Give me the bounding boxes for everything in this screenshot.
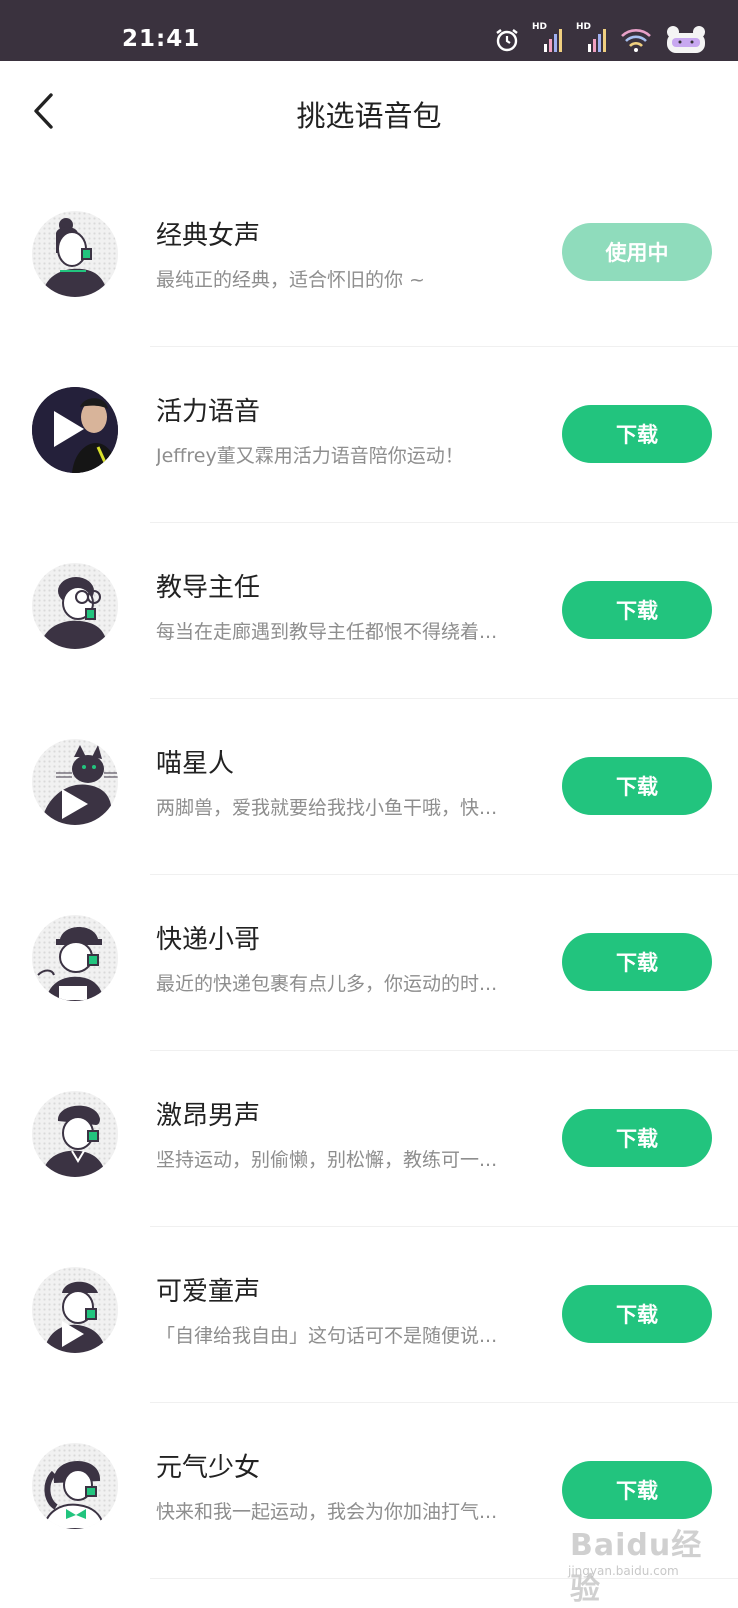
voice-pack-title: 激昂男声 — [156, 1101, 261, 1131]
voice-pack-description: 每当在走廊遇到教导主任都恨不得绕着... — [156, 621, 498, 643]
download-button[interactable]: 下载 — [562, 757, 712, 815]
voice-pack-item[interactable]: 活力语音 Jeffrey董又霖用活力语音陪你运动！ 下载 — [0, 347, 738, 523]
voice-pack-item[interactable]: 经典女声 最纯正的经典，适合怀旧的你 ~ 使用中 — [0, 171, 738, 347]
wifi-icon — [620, 27, 652, 53]
download-button[interactable]: 下载 — [562, 1461, 712, 1519]
page-title: 挑选语音包 — [296, 99, 442, 133]
voice-pack-description: 最纯正的经典，适合怀旧的你 ~ — [156, 269, 425, 291]
voice-pack-avatar — [32, 387, 118, 473]
voice-pack-avatar — [32, 915, 118, 1001]
voice-pack-description: 最近的快递包裹有点儿多，你运动的时... — [156, 973, 498, 995]
baidu-watermark: Baidu经验 jingyan.baidu.com — [562, 1512, 732, 1607]
voice-pack-item[interactable]: 喵星人 两脚兽，爱我就要给我找小鱼干哦，快... 下载 — [0, 699, 738, 875]
battery-icon — [664, 25, 708, 55]
voice-pack-description: 「自律给我自由」这句话可不是随便说... — [156, 1325, 498, 1347]
voice-pack-avatar — [32, 1091, 118, 1177]
voice-pack-title: 元气少女 — [156, 1453, 261, 1483]
hd-signal-icon: HD — [576, 22, 608, 54]
voice-pack-description: 两脚兽，爱我就要给我找小鱼干哦，快... — [156, 797, 498, 819]
voice-pack-avatar — [32, 211, 118, 297]
voice-pack-title: 喵星人 — [156, 749, 235, 779]
watermark-url: jingyan.baidu.com — [568, 1564, 679, 1578]
voice-pack-title: 活力语音 — [156, 397, 261, 427]
voice-pack-title: 经典女声 — [156, 221, 261, 251]
voice-pack-title: 可爱童声 — [156, 1277, 261, 1307]
voice-pack-list: 经典女声 最纯正的经典，适合怀旧的你 ~ 使用中 活力语音 Jeffrey董又霖… — [0, 171, 738, 1579]
hd-label: HD — [576, 22, 592, 32]
voice-pack-avatar — [32, 1267, 118, 1353]
hd-signal-icon: HD — [532, 22, 564, 54]
header: 挑选语音包 — [0, 61, 738, 171]
voice-pack-description: 快来和我一起运动，我会为你加油打气... — [156, 1501, 498, 1523]
download-button[interactable]: 下载 — [562, 1109, 712, 1167]
status-time: 21:41 — [122, 26, 201, 52]
voice-pack-avatar — [32, 1443, 118, 1529]
voice-pack-avatar — [32, 739, 118, 825]
hd-label: HD — [532, 22, 548, 32]
download-button[interactable]: 下载 — [562, 581, 712, 639]
voice-pack-avatar — [32, 563, 118, 649]
voice-pack-item[interactable]: 快递小哥 最近的快递包裹有点儿多，你运动的时... 下载 — [0, 875, 738, 1051]
download-button[interactable]: 下载 — [562, 933, 712, 991]
voice-pack-description: Jeffrey董又霖用活力语音陪你运动！ — [156, 445, 464, 467]
voice-pack-title: 教导主任 — [156, 573, 261, 603]
alarm-icon — [494, 27, 520, 53]
status-bar: 21:41 HD HD — [0, 0, 738, 61]
voice-pack-description: 坚持运动，别偷懒，别松懈，教练可一... — [156, 1149, 498, 1171]
voice-pack-item[interactable]: 教导主任 每当在走廊遇到教导主任都恨不得绕着... 下载 — [0, 523, 738, 699]
voice-pack-item[interactable]: 激昂男声 坚持运动，别偷懒，别松懈，教练可一... 下载 — [0, 1051, 738, 1227]
voice-pack-item[interactable]: 可爱童声 「自律给我自由」这句话可不是随便说... 下载 — [0, 1227, 738, 1403]
download-button[interactable]: 下载 — [562, 1285, 712, 1343]
status-icons: HD HD — [494, 22, 708, 56]
in-use-button[interactable]: 使用中 — [562, 223, 712, 281]
download-button[interactable]: 下载 — [562, 405, 712, 463]
voice-pack-title: 快递小哥 — [156, 925, 261, 955]
